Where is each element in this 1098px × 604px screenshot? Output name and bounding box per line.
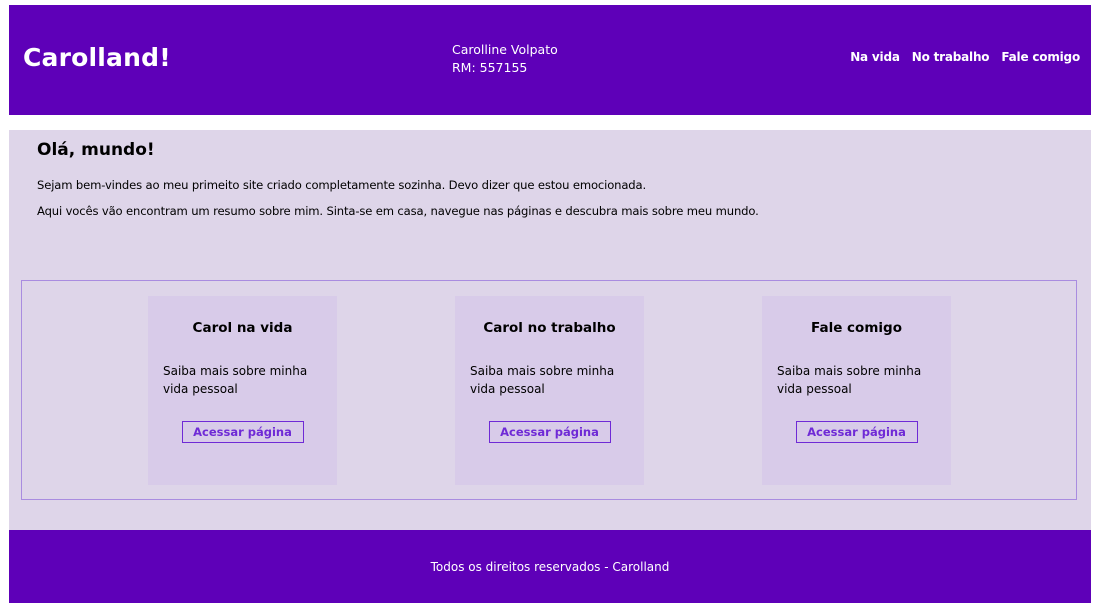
main-content: Olá, mundo! Sejam bem-vindes ao meu prim…: [9, 130, 1091, 530]
card-title: Fale comigo: [811, 320, 902, 336]
site-footer: Todos os direitos reservados - Carolland: [9, 530, 1091, 603]
card-text: Saiba mais sobre minha vida pessoal: [163, 364, 308, 396]
access-page-button[interactable]: Acessar página: [795, 421, 918, 443]
intro-paragraph-1: Sejam bem-vindes ao meu primeito site cr…: [37, 178, 647, 192]
card-fale-comigo: Fale comigo Saiba mais sobre minha vida …: [762, 296, 951, 485]
nav-na-vida[interactable]: Na vida: [850, 50, 900, 64]
card-text: Saiba mais sobre minha vida pessoal: [777, 364, 922, 396]
card-carol-no-trabalho: Carol no trabalho Saiba mais sobre minha…: [455, 296, 644, 485]
nav-no-trabalho[interactable]: No trabalho: [912, 50, 990, 64]
page-title: Olá, mundo!: [37, 140, 155, 160]
nav-fale-comigo[interactable]: Fale comigo: [1001, 50, 1080, 64]
access-page-button[interactable]: Acessar página: [488, 421, 611, 443]
page: Carolland! Carolline Volpato RM: 557155 …: [9, 5, 1091, 603]
student-info: Carolline Volpato RM: 557155: [452, 41, 558, 77]
access-page-button[interactable]: Acessar página: [181, 421, 304, 443]
site-header: Carolland! Carolline Volpato RM: 557155 …: [9, 5, 1091, 115]
card-title: Carol no trabalho: [483, 320, 616, 336]
student-rm: RM: 557155: [452, 60, 528, 75]
card-title: Carol na vida: [192, 320, 293, 336]
card-carol-na-vida: Carol na vida Saiba mais sobre minha vid…: [148, 296, 337, 485]
student-name: Carolline Volpato: [452, 42, 558, 57]
main-nav: Na vida No trabalho Fale comigo: [850, 50, 1080, 64]
site-logo[interactable]: Carolland!: [23, 43, 171, 72]
footer-text: Todos os direitos reservados - Carolland: [430, 559, 670, 574]
cards-section: Carol na vida Saiba mais sobre minha vid…: [21, 280, 1077, 500]
card-text: Saiba mais sobre minha vida pessoal: [470, 364, 615, 396]
intro-paragraph-2: Aqui vocês vão encontram um resumo sobre…: [37, 204, 759, 218]
